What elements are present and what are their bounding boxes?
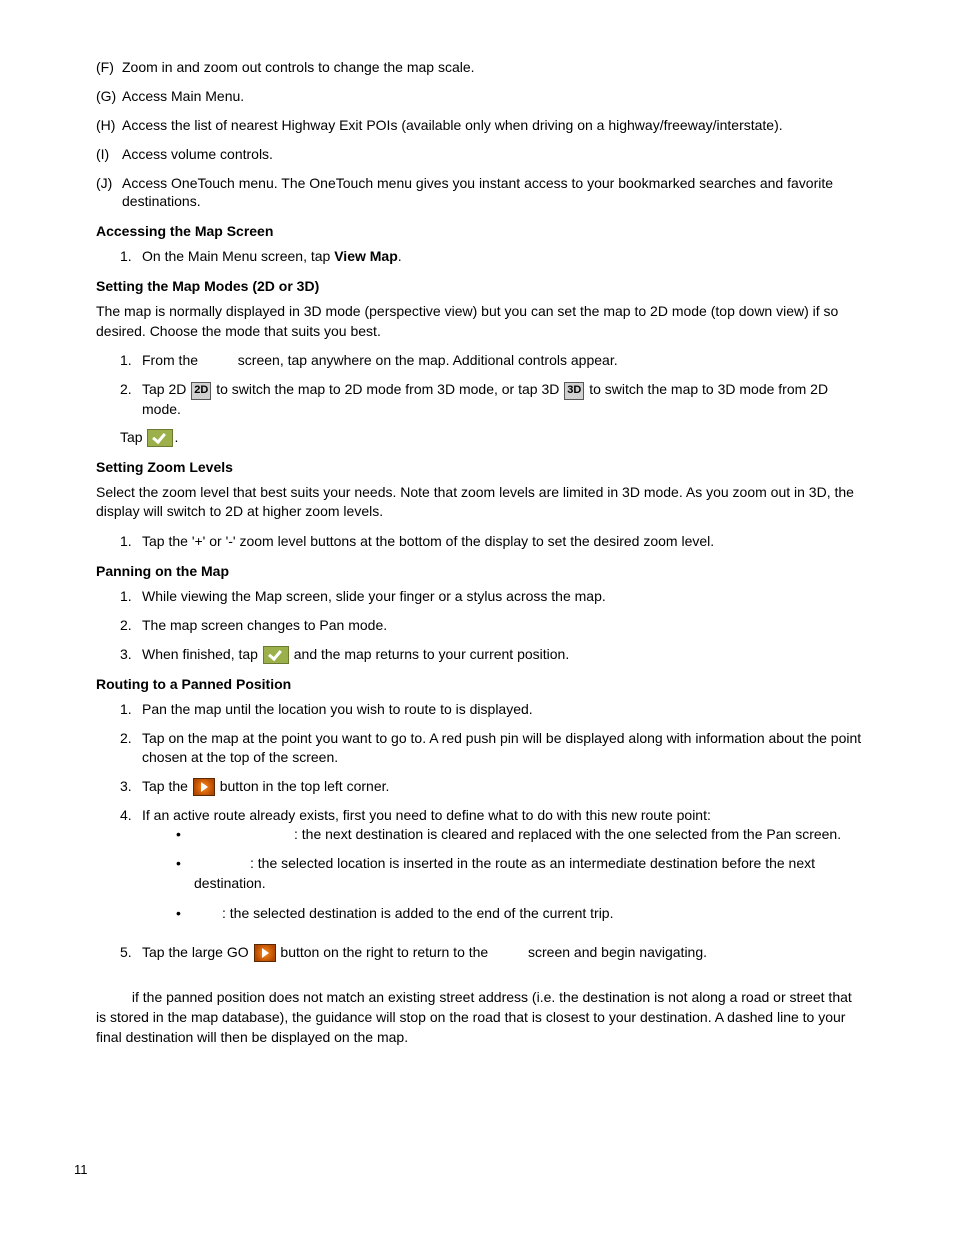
item-number: 3.	[120, 645, 142, 664]
section-heading: Accessing the Map Screen	[96, 223, 862, 239]
item-number: 1.	[120, 587, 142, 606]
checkmark-icon	[263, 646, 289, 664]
item-number: 1.	[120, 351, 142, 370]
item-text: On the Main Menu screen, tap View Map.	[142, 247, 862, 266]
item-letter: (H)	[96, 116, 122, 135]
item-letter: (G)	[96, 87, 122, 106]
list-item: (F) Zoom in and zoom out controls to cha…	[96, 58, 862, 77]
item-text: Tap on the map at the point you want to …	[142, 729, 862, 767]
bullet-list: • : the next destination is cleared and …	[142, 825, 862, 923]
list-item: 2. The map screen changes to Pan mode.	[120, 616, 862, 635]
item-letter: (J)	[96, 174, 122, 212]
go-icon	[254, 944, 276, 962]
document-page: (F) Zoom in and zoom out controls to cha…	[0, 0, 954, 1235]
item-number: 2.	[120, 616, 142, 635]
numbered-list: 1. While viewing the Map screen, slide y…	[96, 587, 862, 664]
item-text: Access volume controls.	[122, 145, 862, 164]
numbered-list: 1. On the Main Menu screen, tap View Map…	[96, 247, 862, 266]
list-item: 1. While viewing the Map screen, slide y…	[120, 587, 862, 606]
list-item: 1. Pan the map until the location you wi…	[120, 700, 862, 719]
item-number: 5.	[120, 943, 142, 962]
item-letter: (I)	[96, 145, 122, 164]
item-text: While viewing the Map screen, slide your…	[142, 587, 862, 606]
item-text: Tap the '+' or '-' zoom level buttons at…	[142, 532, 862, 551]
item-number: 1.	[120, 532, 142, 551]
list-item: (H) Access the list of nearest Highway E…	[96, 116, 862, 135]
item-number: 4.	[120, 806, 142, 933]
item-text: Pan the map until the location you wish …	[142, 700, 862, 719]
item-text: Zoom in and zoom out controls to change …	[122, 58, 862, 77]
section-heading: Routing to a Panned Position	[96, 676, 862, 692]
numbered-list: 1. From the screen, tap anywhere on the …	[96, 351, 862, 418]
list-item: 2. Tap on the map at the point you want …	[120, 729, 862, 767]
section-heading: Setting Zoom Levels	[96, 459, 862, 475]
item-text: Tap the button in the top left corner.	[142, 777, 862, 796]
bullet-item: • : the selected location is inserted in…	[176, 854, 862, 893]
list-item: 5. Tap the large GO button on the right …	[120, 943, 862, 962]
numbered-list: 1. Pan the map until the location you wi…	[96, 700, 862, 963]
list-item: 1. From the screen, tap anywhere on the …	[120, 351, 862, 370]
checkmark-icon	[147, 429, 173, 447]
lettered-list: (F) Zoom in and zoom out controls to cha…	[96, 58, 862, 211]
item-text: Access OneTouch menu. The OneTouch menu …	[122, 174, 862, 212]
item-text: Tap the large GO button on the right to …	[142, 943, 862, 962]
item-text: Tap 2D 2D to switch the map to 2D mode f…	[142, 380, 862, 418]
item-text: Access the list of nearest Highway Exit …	[122, 116, 862, 135]
paragraph: Select the zoom level that best suits yo…	[96, 483, 862, 522]
item-letter: (F)	[96, 58, 122, 77]
tap-line: Tap .	[96, 429, 862, 447]
go-icon	[193, 778, 215, 796]
list-item: (I) Access volume controls.	[96, 145, 862, 164]
list-item: 1. On the Main Menu screen, tap View Map…	[120, 247, 862, 266]
2d-icon: 2D	[191, 382, 211, 400]
item-text: Access Main Menu.	[122, 87, 862, 106]
section-heading: Setting the Map Modes (2D or 3D)	[96, 278, 862, 294]
list-item: 3. When finished, tap and the map return…	[120, 645, 862, 664]
bullet-item: • : the selected destination is added to…	[176, 904, 862, 924]
item-text: The map screen changes to Pan mode.	[142, 616, 862, 635]
numbered-list: 1. Tap the '+' or '-' zoom level buttons…	[96, 532, 862, 551]
item-text: From the screen, tap anywhere on the map…	[142, 351, 862, 370]
item-number: 1.	[120, 700, 142, 719]
bullet-item: • : the next destination is cleared and …	[176, 825, 862, 845]
item-text: When finished, tap and the map returns t…	[142, 645, 862, 664]
note-paragraph: if the panned position does not match an…	[96, 988, 862, 1047]
item-number: 3.	[120, 777, 142, 796]
item-number: 1.	[120, 247, 142, 266]
3d-icon: 3D	[564, 382, 584, 400]
item-number: 2.	[120, 729, 142, 767]
paragraph: The map is normally displayed in 3D mode…	[96, 302, 862, 341]
list-item: 3. Tap the button in the top left corner…	[120, 777, 862, 796]
section-heading: Panning on the Map	[96, 563, 862, 579]
page-number: 11	[74, 1162, 88, 1177]
item-text: If an active route already exists, first…	[142, 806, 862, 933]
list-item: 2. Tap 2D 2D to switch the map to 2D mod…	[120, 380, 862, 418]
item-number: 2.	[120, 380, 142, 418]
list-item: (G) Access Main Menu.	[96, 87, 862, 106]
list-item: 1. Tap the '+' or '-' zoom level buttons…	[120, 532, 862, 551]
list-item: (J) Access OneTouch menu. The OneTouch m…	[96, 174, 862, 212]
list-item: 4. If an active route already exists, fi…	[120, 806, 862, 933]
